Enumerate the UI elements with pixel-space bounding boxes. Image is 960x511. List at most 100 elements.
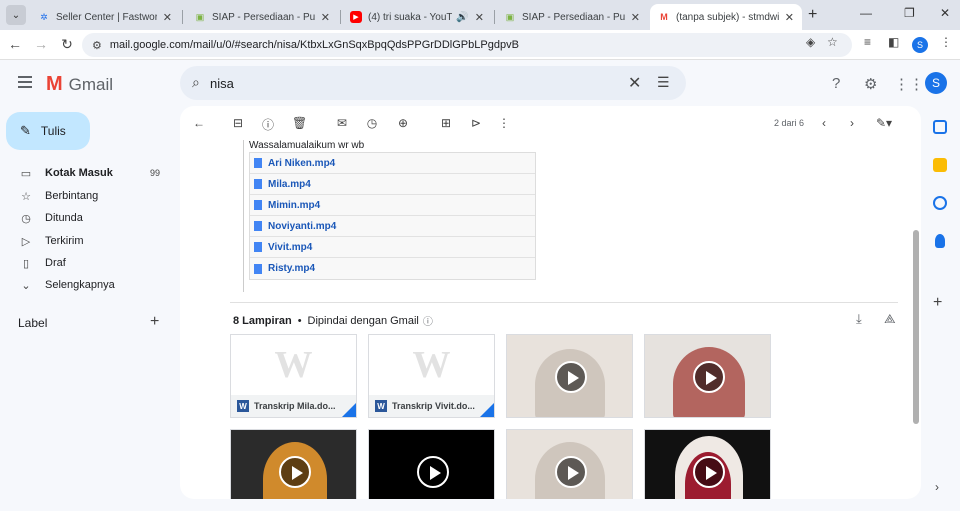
expand-panel-icon[interactable]: › bbox=[935, 480, 939, 494]
attachment-link[interactable]: Mimin.mp4 bbox=[268, 200, 320, 211]
attachment-thumbnail-video[interactable] bbox=[506, 429, 633, 499]
older-icon[interactable]: › bbox=[845, 116, 859, 130]
close-window-icon[interactable]: ✕ bbox=[940, 6, 950, 20]
browser-tab-5-active[interactable]: M (tanpa subjek) - stmdwi3121 ✕ bbox=[650, 4, 802, 30]
bookmark-star-icon[interactable]: ☆ bbox=[827, 35, 838, 49]
label-icon[interactable]: ⊳ bbox=[469, 116, 483, 130]
input-tools-icon[interactable]: ✎▾ bbox=[872, 116, 896, 130]
pagination-text: 2 dari 6 bbox=[774, 118, 805, 128]
snooze-icon[interactable]: ◷ bbox=[365, 116, 379, 130]
restore-icon[interactable]: ❐ bbox=[904, 6, 915, 20]
download-all-icon[interactable]: ⤓ bbox=[856, 311, 862, 327]
inline-attachment[interactable]: Vivit.mp4 bbox=[250, 237, 535, 258]
browser-tab-1[interactable]: ✲ Seller Center | Fastwork.id ✕ bbox=[30, 4, 180, 30]
side-panel-icon[interactable]: ◧ bbox=[888, 35, 899, 49]
nav-item-drafts[interactable]: ▯ Draf bbox=[0, 252, 175, 274]
inline-attachment[interactable]: Mimin.mp4 bbox=[250, 195, 535, 216]
star-icon: ☆ bbox=[21, 190, 31, 203]
save-to-drive-icon[interactable]: ⟁ bbox=[884, 311, 896, 327]
speaker-icon[interactable]: 🔊 bbox=[456, 12, 468, 23]
attachment-thumbnail-video[interactable] bbox=[506, 334, 633, 418]
tab-search-button[interactable]: ⌄ bbox=[6, 5, 26, 25]
address-bar[interactable]: ⚙ mail.google.com/mail/u/0/#search/nisa/… bbox=[82, 33, 852, 57]
attachment-thumbnail-doc[interactable]: W W Transkrip Mila.do... bbox=[230, 334, 357, 418]
close-tab-icon[interactable]: ✕ bbox=[785, 11, 794, 24]
clear-search-icon[interactable]: ✕ bbox=[628, 73, 641, 93]
add-label-icon[interactable]: + bbox=[150, 313, 159, 331]
close-tab-icon[interactable]: ✕ bbox=[475, 11, 484, 24]
search-options-icon[interactable]: ☰ bbox=[657, 74, 670, 91]
browser-tab-4[interactable]: ▣ SIAP - Persediaan - Puskesm ✕ bbox=[496, 4, 648, 30]
more-options-icon[interactable]: ⋮ bbox=[497, 116, 511, 130]
attachments-header: 8 Lampiran • Dipindai dengan Gmail ⓘ bbox=[233, 313, 433, 329]
newer-icon[interactable]: ‹ bbox=[817, 116, 831, 130]
word-icon: W bbox=[375, 400, 387, 412]
move-to-icon[interactable]: ⊞ bbox=[439, 116, 453, 130]
add-task-icon[interactable]: ⊕ bbox=[396, 116, 410, 130]
play-icon[interactable] bbox=[555, 456, 587, 488]
attachment-link[interactable]: Noviyanti.mp4 bbox=[268, 221, 336, 232]
reload-icon[interactable]: ↻ bbox=[58, 36, 76, 53]
back-to-list-icon[interactable]: ← bbox=[192, 116, 206, 130]
search-input[interactable]: nisa bbox=[210, 76, 234, 91]
get-addons-icon[interactable]: + bbox=[933, 294, 942, 312]
close-tab-icon[interactable]: ✕ bbox=[631, 11, 640, 24]
attachment-link[interactable]: Mila.mp4 bbox=[268, 179, 311, 190]
apps-grid-icon[interactable]: ⋮⋮ bbox=[894, 75, 924, 93]
keep-icon[interactable] bbox=[933, 158, 947, 172]
play-icon[interactable] bbox=[417, 456, 449, 488]
nav-item-inbox[interactable]: ▭ Kotak Masuk 99 bbox=[0, 162, 175, 184]
inline-attachment[interactable]: Mila.mp4 bbox=[250, 174, 535, 195]
new-tab-button[interactable]: + bbox=[808, 6, 817, 24]
media-control-icon[interactable]: ≡ bbox=[864, 35, 871, 49]
minimize-icon[interactable]: — bbox=[860, 6, 872, 20]
site-info-icon[interactable]: ⚙ bbox=[92, 39, 102, 52]
attachment-thumbnail-video[interactable] bbox=[644, 429, 771, 499]
inline-attachment[interactable]: Risty.mp4 bbox=[250, 258, 535, 279]
attachment-link[interactable]: Vivit.mp4 bbox=[268, 242, 312, 253]
report-spam-icon[interactable]: ⓘ bbox=[261, 116, 275, 133]
info-icon[interactable]: ⓘ bbox=[423, 313, 433, 328]
chrome-menu-icon[interactable]: ⋮ bbox=[940, 35, 952, 49]
browser-profile-avatar[interactable]: S bbox=[912, 37, 928, 53]
nav-item-snoozed[interactable]: ◷ Ditunda bbox=[0, 207, 175, 229]
nav-item-starred[interactable]: ☆ Berbintang bbox=[0, 185, 175, 207]
attachment-thumbnail-video[interactable] bbox=[644, 334, 771, 418]
nav-item-sent[interactable]: ▷ Terkirim bbox=[0, 230, 175, 252]
tasks-icon[interactable] bbox=[933, 196, 947, 210]
archive-icon[interactable]: ⊟ bbox=[231, 116, 245, 130]
play-icon[interactable] bbox=[693, 456, 725, 488]
attachment-thumbnail-video[interactable] bbox=[230, 429, 357, 499]
help-icon[interactable]: ? bbox=[832, 75, 840, 92]
account-avatar[interactable]: S bbox=[925, 72, 947, 94]
lens-icon[interactable]: ◈ bbox=[806, 35, 815, 49]
gmail-logo[interactable]: M Gmail bbox=[46, 73, 113, 96]
inline-attachment[interactable]: Ari Niken.mp4 bbox=[250, 153, 535, 174]
attachment-thumbnail-video[interactable] bbox=[368, 429, 495, 499]
close-tab-icon[interactable]: ✕ bbox=[163, 11, 172, 24]
browser-tab-3[interactable]: ▶ (4) tri suaka - YouTube 🔊 ✕ bbox=[342, 4, 492, 30]
contacts-icon[interactable] bbox=[935, 234, 945, 248]
play-icon[interactable] bbox=[279, 456, 311, 488]
inline-attachment[interactable]: Noviyanti.mp4 bbox=[250, 216, 535, 237]
back-icon[interactable]: ← bbox=[6, 36, 24, 52]
settings-gear-icon[interactable]: ⚙ bbox=[864, 75, 877, 93]
play-icon[interactable] bbox=[555, 361, 587, 393]
main-menu-icon[interactable] bbox=[18, 76, 32, 91]
mail-search-bar[interactable]: ⌕ nisa ✕ ☰ bbox=[180, 66, 686, 100]
calendar-icon[interactable] bbox=[933, 120, 947, 134]
search-icon[interactable]: ⌕ bbox=[192, 74, 200, 91]
play-icon[interactable] bbox=[693, 361, 725, 393]
mark-unread-icon[interactable]: ✉ bbox=[335, 116, 349, 130]
browser-tab-2[interactable]: ▣ SIAP - Persediaan - Puskesm ✕ bbox=[186, 4, 338, 30]
nav-item-more[interactable]: ⌄ Selengkapnya bbox=[0, 274, 175, 296]
compose-button[interactable]: ✎ Tulis bbox=[6, 112, 90, 150]
attachment-thumbnail-doc[interactable]: W W Transkrip Vivit.do... bbox=[368, 334, 495, 418]
close-tab-icon[interactable]: ✕ bbox=[321, 11, 330, 24]
gmail-icon: M bbox=[660, 12, 668, 22]
attachment-link[interactable]: Risty.mp4 bbox=[268, 263, 315, 274]
scrollbar[interactable] bbox=[913, 230, 919, 424]
forward-icon[interactable]: → bbox=[32, 36, 50, 52]
delete-icon[interactable]: 🗑 bbox=[292, 116, 307, 130]
attachment-link[interactable]: Ari Niken.mp4 bbox=[268, 158, 335, 169]
